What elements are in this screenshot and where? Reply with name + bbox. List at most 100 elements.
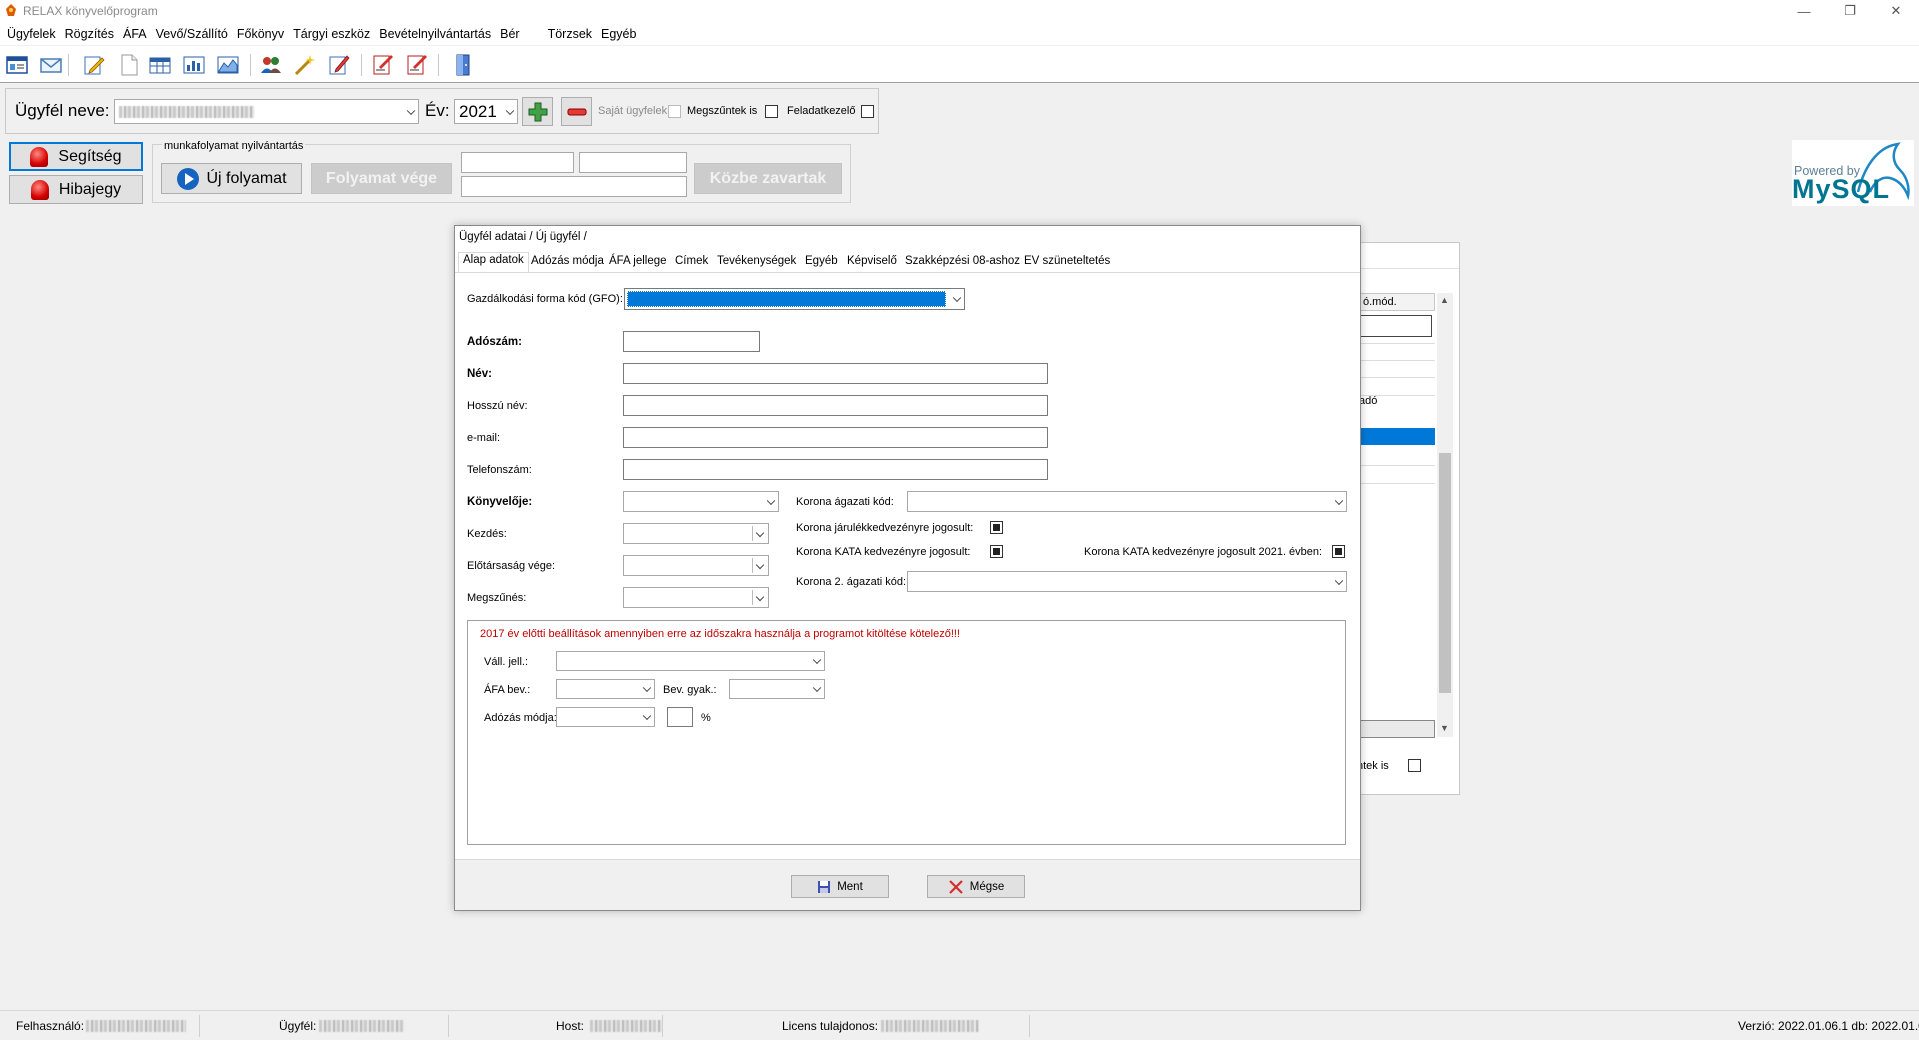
- magic-wand-icon[interactable]: [292, 53, 316, 77]
- row-divider: [1359, 343, 1435, 344]
- mysql-wordmark: MySQL: [1792, 174, 1891, 204]
- tab-adozas-modja[interactable]: Adózás módja: [527, 254, 608, 272]
- scrollbar-thumb[interactable]: [1439, 453, 1451, 693]
- tab-cimek[interactable]: Címek: [671, 254, 712, 272]
- toolbar: [0, 46, 1919, 83]
- save-button[interactable]: Ment: [791, 875, 889, 898]
- tax-number-input[interactable]: [623, 331, 760, 352]
- menu-vevo-szallito[interactable]: Vevő/Szállító: [156, 27, 228, 41]
- menu-torzsek[interactable]: Törzsek: [548, 27, 592, 41]
- email-input[interactable]: [623, 427, 1048, 448]
- task-manager-checkbox[interactable]: [861, 105, 874, 118]
- dialog-footer: [455, 860, 1360, 910]
- status-client: Ügyfél:: [279, 1011, 406, 1040]
- toolbar-separator: [68, 54, 69, 76]
- plus-icon: [528, 102, 547, 121]
- menu-fokonyv[interactable]: Főkönyv: [237, 27, 284, 41]
- users-icon[interactable]: [259, 53, 283, 77]
- workflow-end-field[interactable]: [579, 152, 687, 173]
- chevron-down-icon: [812, 655, 822, 665]
- percent-input[interactable]: [667, 707, 693, 727]
- korona-contrib-checkbox[interactable]: [990, 521, 1003, 534]
- exit-door-icon[interactable]: [451, 53, 475, 77]
- workflow-note-field[interactable]: [461, 176, 687, 197]
- bev-gyak-select[interactable]: [729, 679, 825, 699]
- bug-report-button[interactable]: Hibajegy: [9, 175, 143, 204]
- gfo-select[interactable]: [624, 288, 965, 310]
- own-clients-checkbox[interactable]: [668, 105, 681, 118]
- workflow-start-field[interactable]: [461, 152, 574, 173]
- tab-szakkepzesi[interactable]: Szakképzési 08-ashoz: [901, 254, 1024, 272]
- termination-label: Megszűnés:: [467, 592, 527, 604]
- end-workflow-label: Folyamat vége: [325, 169, 438, 187]
- red-checklist-2-icon[interactable]: [405, 53, 429, 77]
- korona-kata-checkbox[interactable]: [990, 545, 1003, 558]
- korona-kata-2021-checkbox[interactable]: [1332, 545, 1345, 558]
- restore-button[interactable]: ❐: [1827, 0, 1873, 22]
- new-workflow-button[interactable]: Új folyamat: [161, 163, 302, 194]
- menu-egyeb[interactable]: Egyéb: [601, 27, 636, 41]
- new-document-icon[interactable]: [117, 53, 141, 77]
- termination-date-picker[interactable]: [623, 587, 769, 608]
- red-checklist-icon[interactable]: [371, 53, 395, 77]
- client-name-select[interactable]: [114, 99, 419, 124]
- tab-egyeb[interactable]: Egyéb: [801, 254, 842, 272]
- korona-sector-select[interactable]: [907, 491, 1347, 512]
- list-row-text: adó: [1359, 395, 1378, 407]
- terminated-too-checkbox[interactable]: [765, 105, 778, 118]
- cancel-button[interactable]: Mégse: [927, 875, 1025, 898]
- notepad-edit-icon[interactable]: [327, 53, 351, 77]
- phone-input[interactable]: [623, 459, 1048, 480]
- scroll-down-icon[interactable]: ▼: [1440, 723, 1449, 733]
- terminated-too-checkbox-bg[interactable]: [1408, 759, 1421, 772]
- remove-client-button[interactable]: [561, 97, 592, 126]
- tab-ev-szuneteltetes[interactable]: EV szüneteltetés: [1020, 254, 1114, 272]
- long-name-input[interactable]: [623, 395, 1048, 416]
- area-chart-icon[interactable]: [216, 53, 240, 77]
- accountant-select[interactable]: [623, 491, 779, 512]
- menu-ugyfelek[interactable]: Ügyfelek: [7, 27, 56, 41]
- list-row[interactable]: [1359, 315, 1432, 337]
- menu-targyi-eszkoz[interactable]: Tárgyi eszköz: [293, 27, 370, 41]
- filter-combo[interactable]: [1359, 720, 1435, 738]
- close-button[interactable]: ✕: [1873, 0, 1919, 22]
- korona-sector2-select[interactable]: [907, 571, 1347, 592]
- vall-jell-select[interactable]: [556, 651, 825, 671]
- tab-kepviselo[interactable]: Képviselő: [843, 254, 901, 272]
- menu-rogzites[interactable]: Rögzítés: [65, 27, 114, 41]
- customer-card-icon[interactable]: [5, 53, 29, 77]
- menu-ber[interactable]: Bér: [500, 27, 519, 41]
- edit-icon[interactable]: [82, 53, 106, 77]
- status-separator: [662, 1015, 663, 1037]
- vertical-scrollbar[interactable]: ▲ ▼: [1437, 293, 1453, 737]
- tab-alap-adatok[interactable]: Alap adatok: [458, 252, 529, 272]
- calendar-dropdown-icon[interactable]: [752, 558, 766, 573]
- selected-list-row[interactable]: [1359, 428, 1435, 445]
- client-bar: Ügyfél neve: Év: 2021 Saját ügyfelek Meg…: [5, 88, 879, 134]
- add-client-button[interactable]: [522, 97, 553, 126]
- menu-bevetelnyilvantartas[interactable]: Bevételnyilvántartás: [379, 27, 491, 41]
- minimize-button[interactable]: —: [1781, 0, 1827, 22]
- afa-bev-select[interactable]: [556, 679, 655, 699]
- end-workflow-button[interactable]: Folyamat vége: [311, 163, 452, 194]
- year-select[interactable]: 2021: [454, 99, 518, 124]
- calendar-dropdown-icon[interactable]: [752, 590, 766, 605]
- scroll-up-icon[interactable]: ▲: [1440, 295, 1449, 305]
- client-data-dialog: Ügyfél adatai / Új ügyfél / Alap adatok …: [454, 225, 1361, 911]
- mail-icon[interactable]: [39, 53, 63, 77]
- help-button[interactable]: Segítség: [9, 142, 143, 171]
- table-icon[interactable]: [148, 53, 172, 77]
- status-user-label: Felhasználó:: [16, 1019, 85, 1033]
- chevron-down-icon: [1334, 496, 1344, 505]
- interrupted-button[interactable]: Közbe zavartak: [694, 163, 842, 194]
- calendar-dropdown-icon[interactable]: [752, 526, 766, 541]
- menu-afa[interactable]: ÁFA: [123, 27, 147, 41]
- tab-tevekenysegek[interactable]: Tevékenységek: [713, 254, 800, 272]
- pre-company-end-picker[interactable]: [623, 555, 769, 576]
- start-date-picker[interactable]: [623, 523, 769, 544]
- pre-company-end-label: Előtársaság vége:: [467, 560, 556, 572]
- bar-chart-icon[interactable]: [182, 53, 206, 77]
- tab-afa-jellege[interactable]: ÁFA jellege: [605, 254, 671, 272]
- name-input[interactable]: [623, 363, 1048, 384]
- adozas-modja-select[interactable]: [556, 707, 655, 727]
